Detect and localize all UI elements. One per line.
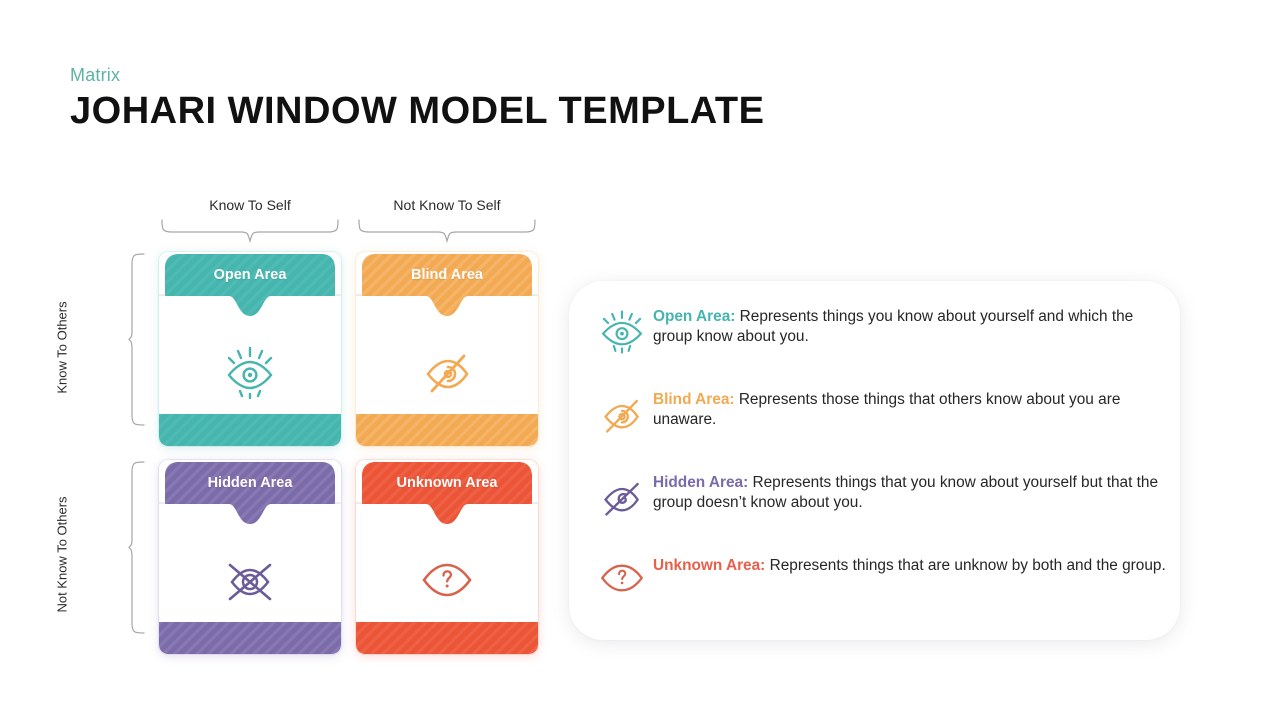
card-title: Blind Area — [411, 267, 483, 283]
brace-horizontal-icon — [159, 219, 341, 244]
card-footer-bar — [356, 622, 538, 654]
column-header-know-to-self: Know To Self — [209, 197, 291, 213]
quadrant-card-unknown-area[interactable]: Unknown Area — [356, 460, 538, 654]
legend-text: Open Area: Represents things you know ab… — [653, 305, 1171, 348]
eye-question-icon — [356, 552, 538, 608]
card-title: Open Area — [213, 267, 287, 283]
row-header-know-to-others: Know To Others — [54, 301, 70, 394]
legend-item-hidden-area: Hidden Area: Represents things that you … — [591, 471, 1171, 521]
eye-slash-icon — [591, 388, 653, 438]
brace-vertical-icon — [128, 252, 146, 427]
slide-eyebrow: Matrix — [70, 65, 121, 85]
legend-term: Unknown Area: — [653, 557, 766, 574]
legend-item-unknown-area: Unknown Area: Represents things that are… — [591, 554, 1171, 598]
legend-text: Blind Area: Represents those things that… — [653, 388, 1171, 431]
card-banner — [159, 254, 341, 332]
legend-term: Hidden Area: — [653, 474, 749, 491]
eye-spiral-slash-icon — [591, 471, 653, 521]
legend-item-blind-area: Blind Area: Represents those things that… — [591, 388, 1171, 438]
quadrant-card-open-area[interactable]: Open Area — [159, 252, 341, 446]
card-footer-bar — [159, 622, 341, 654]
quadrant-card-hidden-area[interactable]: Hidden Area — [159, 460, 341, 654]
quadrant-card-blind-area[interactable]: Blind Area — [356, 252, 538, 446]
card-banner — [159, 462, 341, 540]
legend-term: Blind Area: — [653, 391, 735, 408]
eye-rays-icon — [159, 344, 341, 400]
legend-item-open-area: Open Area: Represents things you know ab… — [591, 305, 1171, 355]
legend-description: Represents things that are unknow by bot… — [769, 557, 1166, 574]
card-banner — [356, 462, 538, 540]
card-footer-bar — [159, 414, 341, 446]
johari-window-slide: Matrix JOHARI WINDOW MODEL TEMPLATE Know… — [0, 0, 1280, 720]
brace-vertical-icon — [128, 460, 146, 635]
card-title: Unknown Area — [396, 475, 498, 491]
eye-slash-icon — [356, 344, 538, 400]
page-title: JOHARI WINDOW MODEL TEMPLATE — [70, 90, 765, 132]
eye-rays-icon — [591, 305, 653, 355]
eye-cross-x-icon — [159, 552, 341, 608]
card-footer-bar — [356, 414, 538, 446]
legend-text: Unknown Area: Represents things that are… — [653, 554, 1166, 576]
legend-term: Open Area: — [653, 308, 736, 325]
legend-panel: Open Area: Represents things you know ab… — [569, 281, 1180, 640]
legend-text: Hidden Area: Represents things that you … — [653, 471, 1171, 514]
column-header-not-know-to-self: Not Know To Self — [393, 197, 501, 213]
eye-question-icon — [591, 554, 653, 598]
brace-horizontal-icon — [356, 219, 538, 244]
card-banner — [356, 254, 538, 332]
card-title: Hidden Area — [207, 475, 293, 491]
row-header-not-know-to-others: Not Know To Others — [54, 496, 70, 613]
